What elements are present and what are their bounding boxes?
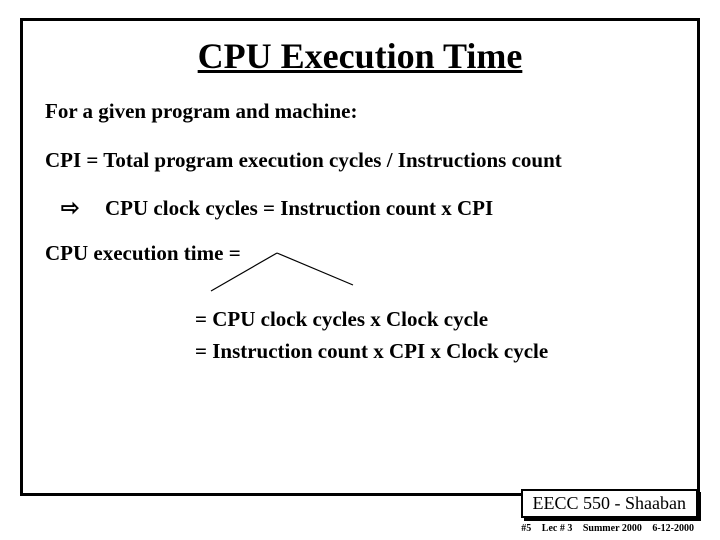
equation-2: = Instruction count x CPI x Clock cycle <box>195 336 675 368</box>
equations-block: = CPU clock cycles x Clock cycle = Instr… <box>195 304 675 367</box>
intro-text: For a given program and machine: <box>45 99 675 124</box>
footer-course-box: EECC 550 - Shaaban <box>521 489 698 518</box>
clock-cycles-row: ⇨ CPU clock cycles = Instruction count x… <box>45 195 675 221</box>
clock-cycles-equation: CPU clock cycles = Instruction count x C… <box>105 196 493 221</box>
footer-subline: #5 Lec # 3 Summer 2000 6-12-2000 <box>513 523 694 534</box>
footer-lecture: Lec # 3 <box>542 523 573 534</box>
arrow-icon: ⇨ <box>45 195 105 221</box>
footer-date: 6-12-2000 <box>652 523 694 534</box>
exec-time-row: CPU execution time = <box>45 241 675 266</box>
footer-page: #5 <box>521 523 531 534</box>
slide-frame: CPU Execution Time For a given program a… <box>20 18 700 496</box>
exec-time-label: CPU execution time = <box>45 241 241 265</box>
cpi-equation: CPI = Total program execution cycles / I… <box>45 148 675 173</box>
slide-title: CPU Execution Time <box>45 35 675 77</box>
equation-1: = CPU clock cycles x Clock cycle <box>195 304 675 336</box>
footer-term: Summer 2000 <box>583 523 642 534</box>
